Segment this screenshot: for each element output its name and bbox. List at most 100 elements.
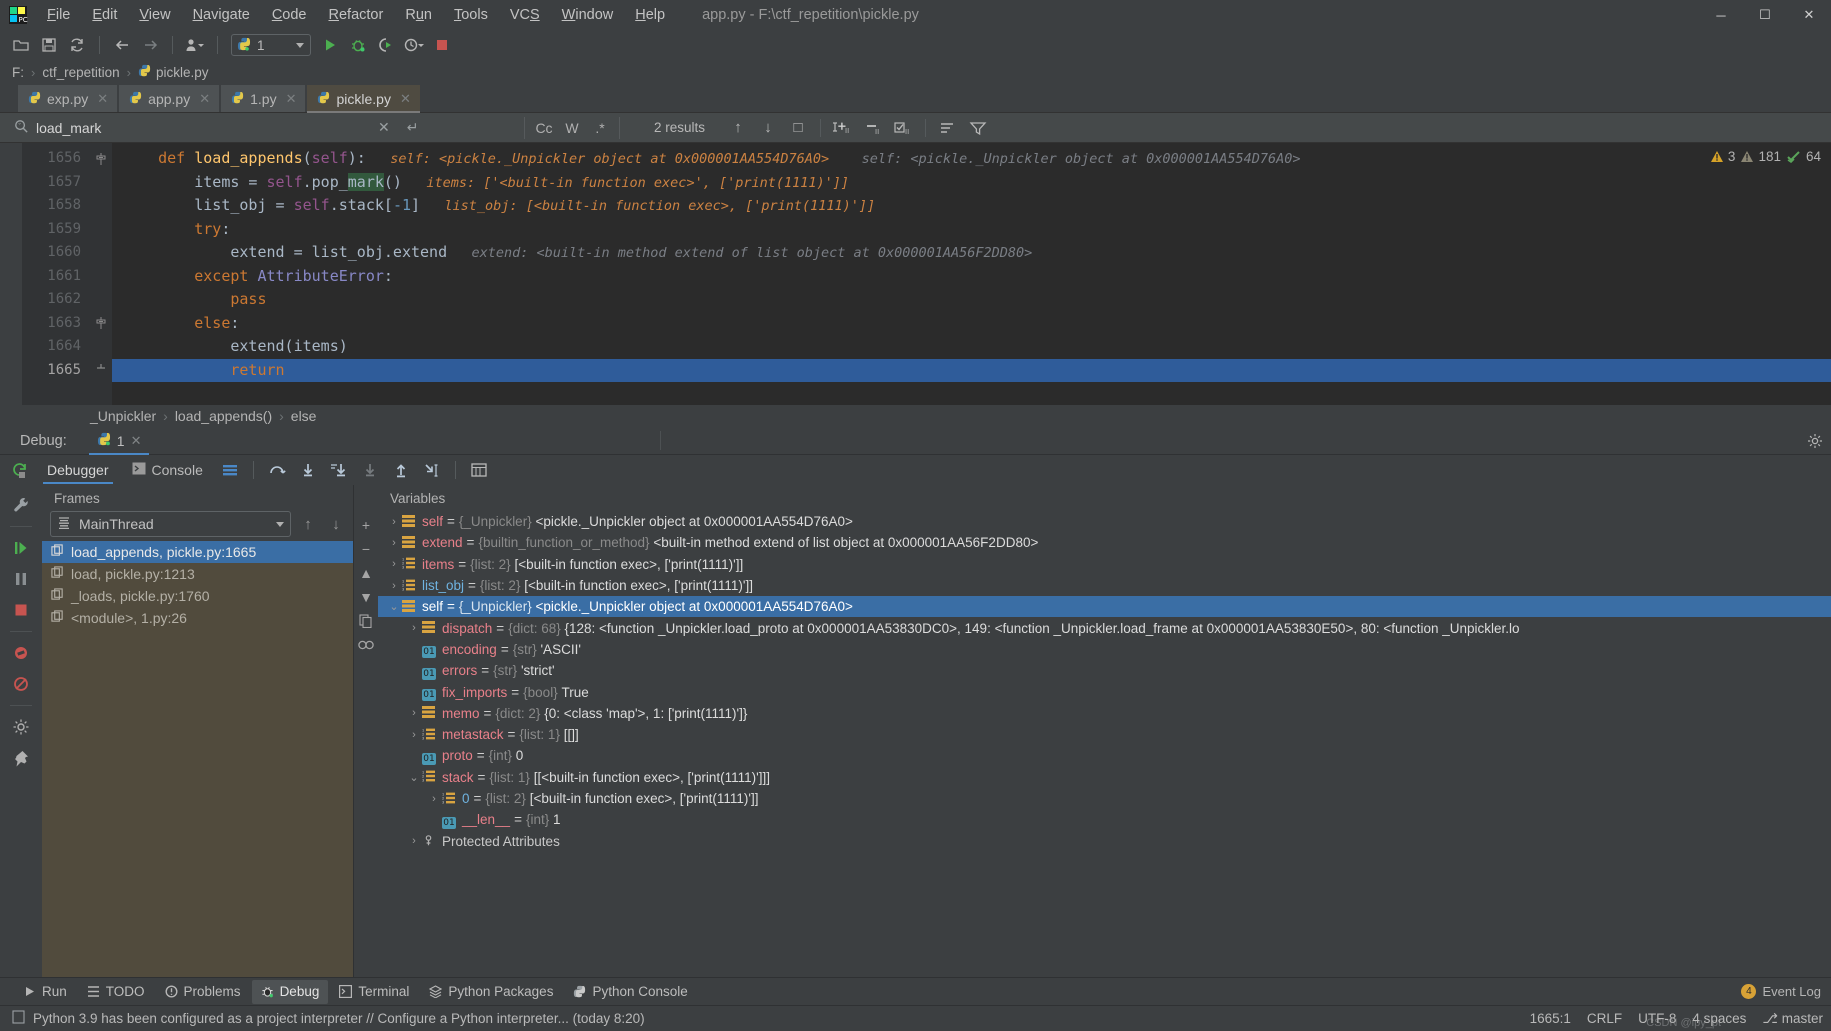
sync-icon[interactable] bbox=[64, 33, 90, 57]
menu-refactor[interactable]: Refactor bbox=[318, 3, 395, 27]
variable-row[interactable]: › self = {_Unpickler} <pickle._Unpickler… bbox=[378, 511, 1831, 532]
resume-program-icon[interactable] bbox=[6, 534, 36, 562]
code-lines[interactable]: def load_appends(self): self: <pickle._U… bbox=[112, 143, 1831, 405]
inspection-indicators[interactable]: 3 181 64 bbox=[1710, 149, 1821, 164]
filter-icon[interactable] bbox=[963, 117, 993, 139]
watches-icon[interactable] bbox=[356, 635, 376, 655]
variable-row-selected[interactable]: ⌄ self = {_Unpickler} <pickle._Unpickler… bbox=[378, 596, 1831, 618]
event-log-button[interactable]: 4 Event Log bbox=[1741, 984, 1821, 999]
menu-file[interactable]: File bbox=[36, 3, 81, 27]
run-with-coverage-icon[interactable] bbox=[373, 33, 399, 57]
tab-1-py[interactable]: 1.py ✕ bbox=[221, 85, 306, 112]
variable-row[interactable]: › 123 0 = {list: 2} [<built-in function … bbox=[378, 788, 1831, 809]
caret-position[interactable]: 1665:1 bbox=[1530, 1011, 1571, 1026]
forward-arrow-icon[interactable] bbox=[137, 33, 163, 57]
variable-row[interactable]: › dispatch = {dict: 68} {128: <function … bbox=[378, 617, 1831, 638]
frame-item[interactable]: <module>, 1.py:26 bbox=[42, 607, 353, 629]
wrench-icon[interactable] bbox=[6, 491, 36, 519]
weak-warning-count[interactable]: 181 bbox=[1740, 149, 1781, 164]
variable-row[interactable]: 01 proto = {int} 0 bbox=[378, 745, 1831, 766]
variable-row[interactable]: 01 encoding = {str} 'ASCII' bbox=[378, 639, 1831, 660]
frame-up-button[interactable]: ↑ bbox=[297, 512, 319, 536]
frame-down-button[interactable]: ↓ bbox=[325, 512, 347, 536]
indent-setting[interactable]: 4 spaces bbox=[1692, 1011, 1746, 1026]
clear-search-icon[interactable]: ✕ bbox=[373, 117, 395, 138]
tab-close-icon[interactable]: ✕ bbox=[97, 91, 108, 107]
remove-selection-icon[interactable]: II bbox=[858, 117, 888, 139]
variable-row-protected[interactable]: › Protected Attributes bbox=[378, 830, 1831, 851]
tool-debug[interactable]: Debug bbox=[251, 979, 329, 1004]
open-folder-icon[interactable] bbox=[8, 33, 34, 57]
tool-todo[interactable]: TODO bbox=[78, 980, 154, 1004]
menu-tools[interactable]: Tools bbox=[443, 3, 499, 27]
pin-icon[interactable] bbox=[6, 744, 36, 772]
add-watch-button[interactable]: + bbox=[356, 515, 376, 535]
checks-passed-count[interactable]: 64 bbox=[1786, 149, 1821, 164]
variable-row[interactable]: 01 fix_imports = {bool} True bbox=[378, 681, 1831, 702]
expand-chevron-icon[interactable]: › bbox=[406, 622, 422, 634]
back-arrow-icon[interactable] bbox=[109, 33, 135, 57]
expand-chevron-icon[interactable]: › bbox=[386, 516, 402, 528]
copy-icon[interactable] bbox=[356, 611, 376, 631]
step-out-icon[interactable] bbox=[387, 458, 415, 482]
step-over-icon[interactable] bbox=[263, 458, 291, 482]
stop-icon[interactable] bbox=[6, 596, 36, 624]
menu-navigate[interactable]: Navigate bbox=[182, 3, 261, 27]
menu-edit[interactable]: Edit bbox=[81, 3, 128, 27]
frame-item[interactable]: _loads, pickle.py:1760 bbox=[42, 585, 353, 607]
tab-close-icon[interactable]: ✕ bbox=[199, 91, 210, 107]
move-down-button[interactable]: ▼ bbox=[356, 587, 376, 607]
expand-chevron-icon[interactable]: › bbox=[386, 537, 402, 549]
warning-count[interactable]: 3 bbox=[1710, 149, 1735, 164]
frame-item[interactable]: load_appends, pickle.py:1665 bbox=[42, 541, 353, 563]
match-case-toggle[interactable]: Cc bbox=[531, 118, 557, 138]
variable-row[interactable]: 01 __len__ = {int} 1 bbox=[378, 809, 1831, 830]
step-into-icon[interactable] bbox=[294, 458, 322, 482]
menu-run[interactable]: Run bbox=[394, 3, 443, 27]
expand-chevron-icon[interactable]: › bbox=[406, 707, 422, 719]
expand-chevron-icon[interactable]: › bbox=[406, 729, 422, 741]
frame-item[interactable]: load, pickle.py:1213 bbox=[42, 563, 353, 585]
select-all-occurrences-button[interactable]: □ bbox=[783, 117, 813, 139]
menu-help[interactable]: Help bbox=[624, 3, 676, 27]
file-encoding[interactable]: UTF-8 bbox=[1638, 1011, 1676, 1026]
tab-close-icon[interactable]: ✕ bbox=[400, 91, 411, 107]
collapse-chevron-icon[interactable]: ⌄ bbox=[406, 771, 422, 784]
tab-console[interactable]: Console bbox=[122, 456, 213, 484]
structure-crumb-block[interactable]: else bbox=[291, 408, 317, 424]
expand-chevron-icon[interactable]: › bbox=[406, 835, 422, 847]
tool-problems[interactable]: Problems bbox=[156, 980, 250, 1004]
frames-list[interactable]: load_appends, pickle.py:1665 load, pickl… bbox=[42, 541, 353, 977]
debug-button[interactable] bbox=[345, 33, 371, 57]
expand-chevron-icon[interactable]: › bbox=[386, 558, 402, 570]
expand-chevron-icon[interactable]: › bbox=[386, 580, 402, 592]
tool-run[interactable]: Run bbox=[14, 980, 76, 1004]
evaluate-expression-icon[interactable] bbox=[465, 458, 493, 482]
variable-row[interactable]: › memo = {dict: 2} {0: <class 'map'>, 1:… bbox=[378, 703, 1831, 724]
move-up-button[interactable]: ▲ bbox=[356, 563, 376, 583]
run-button[interactable] bbox=[317, 33, 343, 57]
mute-breakpoints-icon[interactable] bbox=[6, 670, 36, 698]
tab-exp-py[interactable]: exp.py ✕ bbox=[18, 85, 118, 112]
thread-selector[interactable]: MainThread bbox=[50, 511, 291, 537]
structure-crumb-method[interactable]: load_appends() bbox=[175, 408, 272, 424]
line-separator[interactable]: CRLF bbox=[1587, 1011, 1622, 1026]
force-step-into-icon[interactable] bbox=[325, 458, 353, 482]
debug-header-settings[interactable] bbox=[1807, 433, 1823, 449]
breadcrumb-file[interactable]: pickle.py bbox=[134, 63, 213, 81]
rerun-icon[interactable] bbox=[6, 458, 34, 482]
fold-handle-end[interactable] bbox=[90, 359, 112, 383]
run-to-cursor-icon[interactable] bbox=[418, 458, 446, 482]
breadcrumb-drive[interactable]: F: bbox=[8, 64, 28, 81]
variable-row[interactable]: › 123 metastack = {list: 1} [[]] bbox=[378, 724, 1831, 745]
layout-icon[interactable] bbox=[216, 458, 244, 482]
variable-row[interactable]: 01 errors = {str} 'strict' bbox=[378, 660, 1831, 681]
collapse-chevron-icon[interactable]: ⌄ bbox=[386, 600, 402, 613]
maximize-button[interactable]: ☐ bbox=[1743, 0, 1787, 30]
fold-handle[interactable] bbox=[90, 147, 112, 171]
run-configuration-selector[interactable]: 1 bbox=[231, 34, 311, 56]
variable-row[interactable]: ⌄ 123 stack = {list: 1} [[<built-in func… bbox=[378, 767, 1831, 788]
newline-search-icon[interactable]: ↵ bbox=[402, 117, 424, 138]
stop-button[interactable] bbox=[429, 33, 455, 57]
close-icon[interactable]: ✕ bbox=[131, 433, 142, 449]
